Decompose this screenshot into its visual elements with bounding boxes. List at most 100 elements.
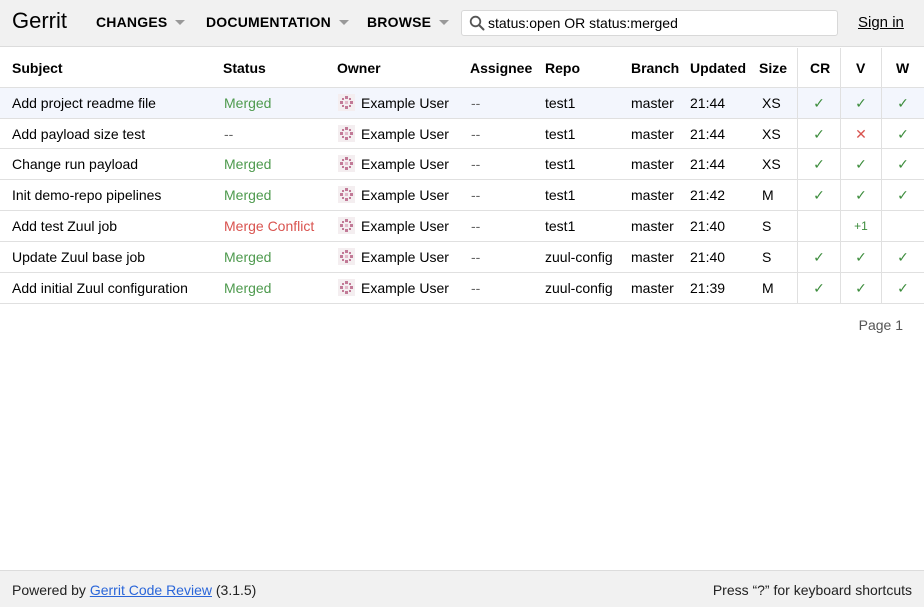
assignee-value: -- xyxy=(471,280,481,296)
size-badge: XS xyxy=(762,126,781,142)
col-w: W xyxy=(896,60,910,76)
workflow-vote: ✓ xyxy=(897,126,909,142)
workflow-vote: ✓ xyxy=(897,156,909,172)
change-status: Merged xyxy=(224,156,272,172)
owner-link[interactable]: Example User xyxy=(338,279,449,296)
assignee-value: -- xyxy=(471,156,481,172)
assignee-value: -- xyxy=(471,249,481,265)
branch-link[interactable]: master xyxy=(631,95,674,111)
owner-link[interactable]: Example User xyxy=(338,155,449,172)
owner-link[interactable]: Example User xyxy=(338,94,449,111)
code-review-vote: ✓ xyxy=(813,280,825,296)
branch-link[interactable]: master xyxy=(631,280,674,296)
gerrit-logo[interactable]: Gerrit xyxy=(12,8,67,34)
change-status: Merged xyxy=(224,95,272,111)
code-review-vote: ✓ xyxy=(813,126,825,142)
branch-link[interactable]: master xyxy=(631,126,674,142)
assignee-value: -- xyxy=(471,126,481,142)
assignee-value: -- xyxy=(471,187,481,203)
gerrit-code-review-link[interactable]: Gerrit Code Review xyxy=(90,582,212,598)
nav-changes-menu[interactable]: CHANGES xyxy=(96,14,186,30)
change-subject-link[interactable]: Add initial Zuul configuration xyxy=(12,280,188,296)
search-box[interactable] xyxy=(461,10,838,36)
change-subject-link[interactable]: Add payload size test xyxy=(12,126,145,142)
repo-link[interactable]: test1 xyxy=(545,95,575,111)
col-repo: Repo xyxy=(545,60,580,76)
size-badge: S xyxy=(762,218,772,234)
search-input[interactable] xyxy=(488,13,828,33)
branch-link[interactable]: master xyxy=(631,249,674,265)
owner-name: Example User xyxy=(361,186,449,203)
nav-documentation-menu[interactable]: DOCUMENTATION xyxy=(206,14,349,30)
table-row[interactable]: Init demo-repo pipelines Merged Example Us… xyxy=(0,180,924,211)
updated-time: 21:40 xyxy=(690,249,726,265)
change-subject-link[interactable]: Change run payload xyxy=(12,156,138,172)
avatar-icon xyxy=(338,94,355,111)
branch-link[interactable]: master xyxy=(631,187,674,203)
owner-link[interactable]: Example User xyxy=(338,125,449,142)
avatar-icon xyxy=(338,125,355,142)
branch-link[interactable]: master xyxy=(631,156,674,172)
owner-link[interactable]: Example User xyxy=(338,248,449,265)
change-subject-link[interactable]: Add project readme file xyxy=(12,95,156,111)
repo-link[interactable]: test1 xyxy=(545,156,575,172)
change-status: Merge Conflict xyxy=(224,218,315,234)
repo-link[interactable]: test1 xyxy=(545,187,575,203)
table-row[interactable]: Add initial Zuul configuration Merged Exam… xyxy=(0,273,924,304)
owner-link[interactable]: Example User xyxy=(338,217,449,234)
col-owner: Owner xyxy=(337,60,381,76)
repo-link[interactable]: test1 xyxy=(545,126,575,142)
avatar-icon xyxy=(338,279,355,296)
table-row[interactable]: Update Zuul base job Merged Example User --… xyxy=(0,242,924,273)
nav-browse-menu[interactable]: BROWSE xyxy=(367,14,450,30)
repo-link[interactable]: test1 xyxy=(545,218,575,234)
col-subject: Subject xyxy=(12,60,63,76)
change-subject-link[interactable]: Init demo-repo pipelines xyxy=(12,187,161,203)
verified-vote: ✕ xyxy=(855,126,867,142)
table-row[interactable]: Add payload size test -- Example User -- tes… xyxy=(0,119,924,149)
chevron-down-icon xyxy=(175,20,186,25)
repo-link[interactable]: zuul-config xyxy=(545,249,613,265)
nav-changes-label: CHANGES xyxy=(96,14,168,30)
code-review-vote: ✓ xyxy=(813,249,825,265)
size-badge: S xyxy=(762,249,772,265)
updated-time: 21:44 xyxy=(690,95,726,111)
workflow-vote: ✓ xyxy=(897,95,909,111)
size-badge: M xyxy=(762,187,774,203)
column-divider xyxy=(797,48,798,304)
table-row[interactable]: Add project readme file Merged Example Use… xyxy=(0,88,924,119)
table-row[interactable]: Add test Zuul job Merge Conflict Example U… xyxy=(0,211,924,242)
repo-link[interactable]: zuul-config xyxy=(545,280,613,296)
powered-by: Powered by Gerrit Code Review (3.1.5) xyxy=(12,582,256,598)
table-row[interactable]: Change run payload Merged Example User -- te… xyxy=(0,149,924,180)
owner-name: Example User xyxy=(361,217,449,234)
assignee-value: -- xyxy=(471,218,481,234)
owner-name: Example User xyxy=(361,279,449,296)
workflow-vote: ✓ xyxy=(897,187,909,203)
table-header: Subject Status Owner Assignee Repo Branc… xyxy=(0,48,924,88)
chevron-down-icon xyxy=(338,20,349,25)
code-review-vote: ✓ xyxy=(813,187,825,203)
col-size: Size xyxy=(759,60,788,76)
sign-in-link[interactable]: Sign in xyxy=(858,14,904,31)
powered-prefix: Powered by xyxy=(12,582,86,598)
table-body: Add project readme file Merged Example Use… xyxy=(0,88,924,304)
verified-vote: ✓ xyxy=(855,156,867,172)
owner-link[interactable]: Example User xyxy=(338,186,449,203)
workflow-vote: ✓ xyxy=(897,280,909,296)
change-subject-link[interactable]: Update Zuul base job xyxy=(12,249,145,265)
code-review-vote: ✓ xyxy=(813,156,825,172)
owner-name: Example User xyxy=(361,155,449,172)
branch-link[interactable]: master xyxy=(631,218,674,234)
owner-name: Example User xyxy=(361,125,449,142)
change-subject-link[interactable]: Add test Zuul job xyxy=(12,218,117,234)
change-status: Merged xyxy=(224,249,272,265)
col-v: V xyxy=(856,60,866,76)
col-updated: Updated xyxy=(690,60,746,76)
verified-vote: ✓ xyxy=(855,95,867,111)
updated-time: 21:39 xyxy=(690,280,726,296)
verified-vote: +1 xyxy=(854,219,868,233)
keyboard-shortcuts-hint: Press “?” for keyboard shortcuts xyxy=(712,582,912,598)
size-badge: XS xyxy=(762,95,781,111)
verified-vote: ✓ xyxy=(855,187,867,203)
